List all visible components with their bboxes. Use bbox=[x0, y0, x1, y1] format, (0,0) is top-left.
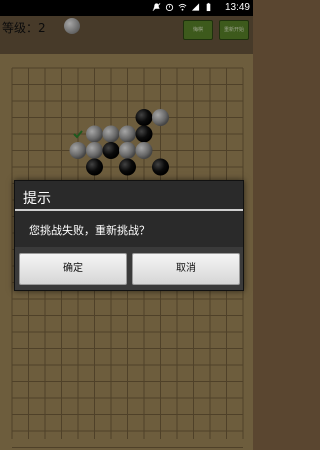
dialog-divider bbox=[15, 209, 243, 211]
alarm-icon bbox=[165, 3, 174, 12]
challenge-failed-dialog: 提示 您挑战失败，重新挑战？ 确定 取消 bbox=[14, 180, 244, 291]
dialog-title: 提示 bbox=[23, 191, 51, 207]
status-bar: 13:49 bbox=[0, 0, 253, 16]
status-icons bbox=[152, 2, 213, 12]
battery-icon bbox=[206, 2, 211, 12]
wifi-icon bbox=[178, 3, 187, 11]
dialog-message: 您挑战失败，重新挑战？ bbox=[29, 224, 150, 237]
dialog-button-row: 确定 取消 bbox=[15, 247, 243, 290]
cancel-button[interactable]: 取消 bbox=[132, 253, 240, 285]
no-notifications-icon bbox=[152, 3, 161, 11]
signal-icon bbox=[191, 3, 200, 11]
confirm-button[interactable]: 确定 bbox=[19, 253, 127, 285]
clock: 13:49 bbox=[224, 2, 250, 13]
